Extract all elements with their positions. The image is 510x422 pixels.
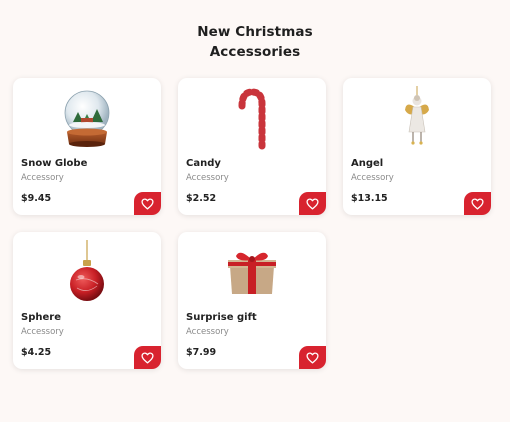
favorite-button[interactable] (299, 192, 326, 215)
product-name: Surprise gift (186, 312, 257, 323)
heart-icon (141, 351, 154, 364)
product-price: $13.15 (351, 193, 388, 204)
product-category: Accessory (21, 327, 64, 337)
product-category: Accessory (186, 327, 229, 337)
product-card-candy[interactable]: Candy Accessory $2.52 (178, 78, 326, 215)
product-image (178, 86, 326, 152)
product-card-angel[interactable]: Angel Accessory $13.15 (343, 78, 491, 215)
product-name: Candy (186, 158, 221, 169)
favorite-button[interactable] (134, 346, 161, 369)
product-image (343, 86, 491, 152)
product-name: Snow Globe (21, 158, 88, 169)
product-name: Angel (351, 158, 384, 169)
bauble-icon (70, 240, 104, 301)
product-image (13, 240, 161, 306)
product-card-surprise-gift[interactable]: Surprise gift Accessory $7.99 (178, 232, 326, 369)
page-title-line-1: New Christmas (197, 24, 313, 40)
product-price: $7.99 (186, 347, 217, 358)
product-price: $4.25 (21, 347, 52, 358)
gift-box-icon (228, 252, 276, 294)
favorite-button[interactable] (134, 192, 161, 215)
favorite-button[interactable] (299, 346, 326, 369)
candy-cane-icon (238, 88, 266, 150)
heart-icon (306, 197, 319, 210)
heart-icon (471, 197, 484, 210)
product-image (178, 240, 326, 306)
heart-icon (306, 351, 319, 364)
heart-icon (141, 197, 154, 210)
product-category: Accessory (351, 173, 394, 183)
product-name: Sphere (21, 312, 61, 323)
product-price: $9.45 (21, 193, 52, 204)
snow-globe-icon (64, 90, 110, 147)
product-category: Accessory (186, 173, 229, 183)
product-image (13, 86, 161, 152)
page-title: New Christmas Accessories (0, 22, 510, 62)
product-category: Accessory (21, 173, 64, 183)
product-price: $2.52 (186, 193, 217, 204)
product-card-snow-globe[interactable]: Snow Globe Accessory $9.45 (13, 78, 161, 215)
angel-ornament-icon (405, 86, 429, 145)
product-card-sphere[interactable]: Sphere Accessory $4.25 (13, 232, 161, 369)
page-title-line-2: Accessories (209, 44, 301, 60)
favorite-button[interactable] (464, 192, 491, 215)
